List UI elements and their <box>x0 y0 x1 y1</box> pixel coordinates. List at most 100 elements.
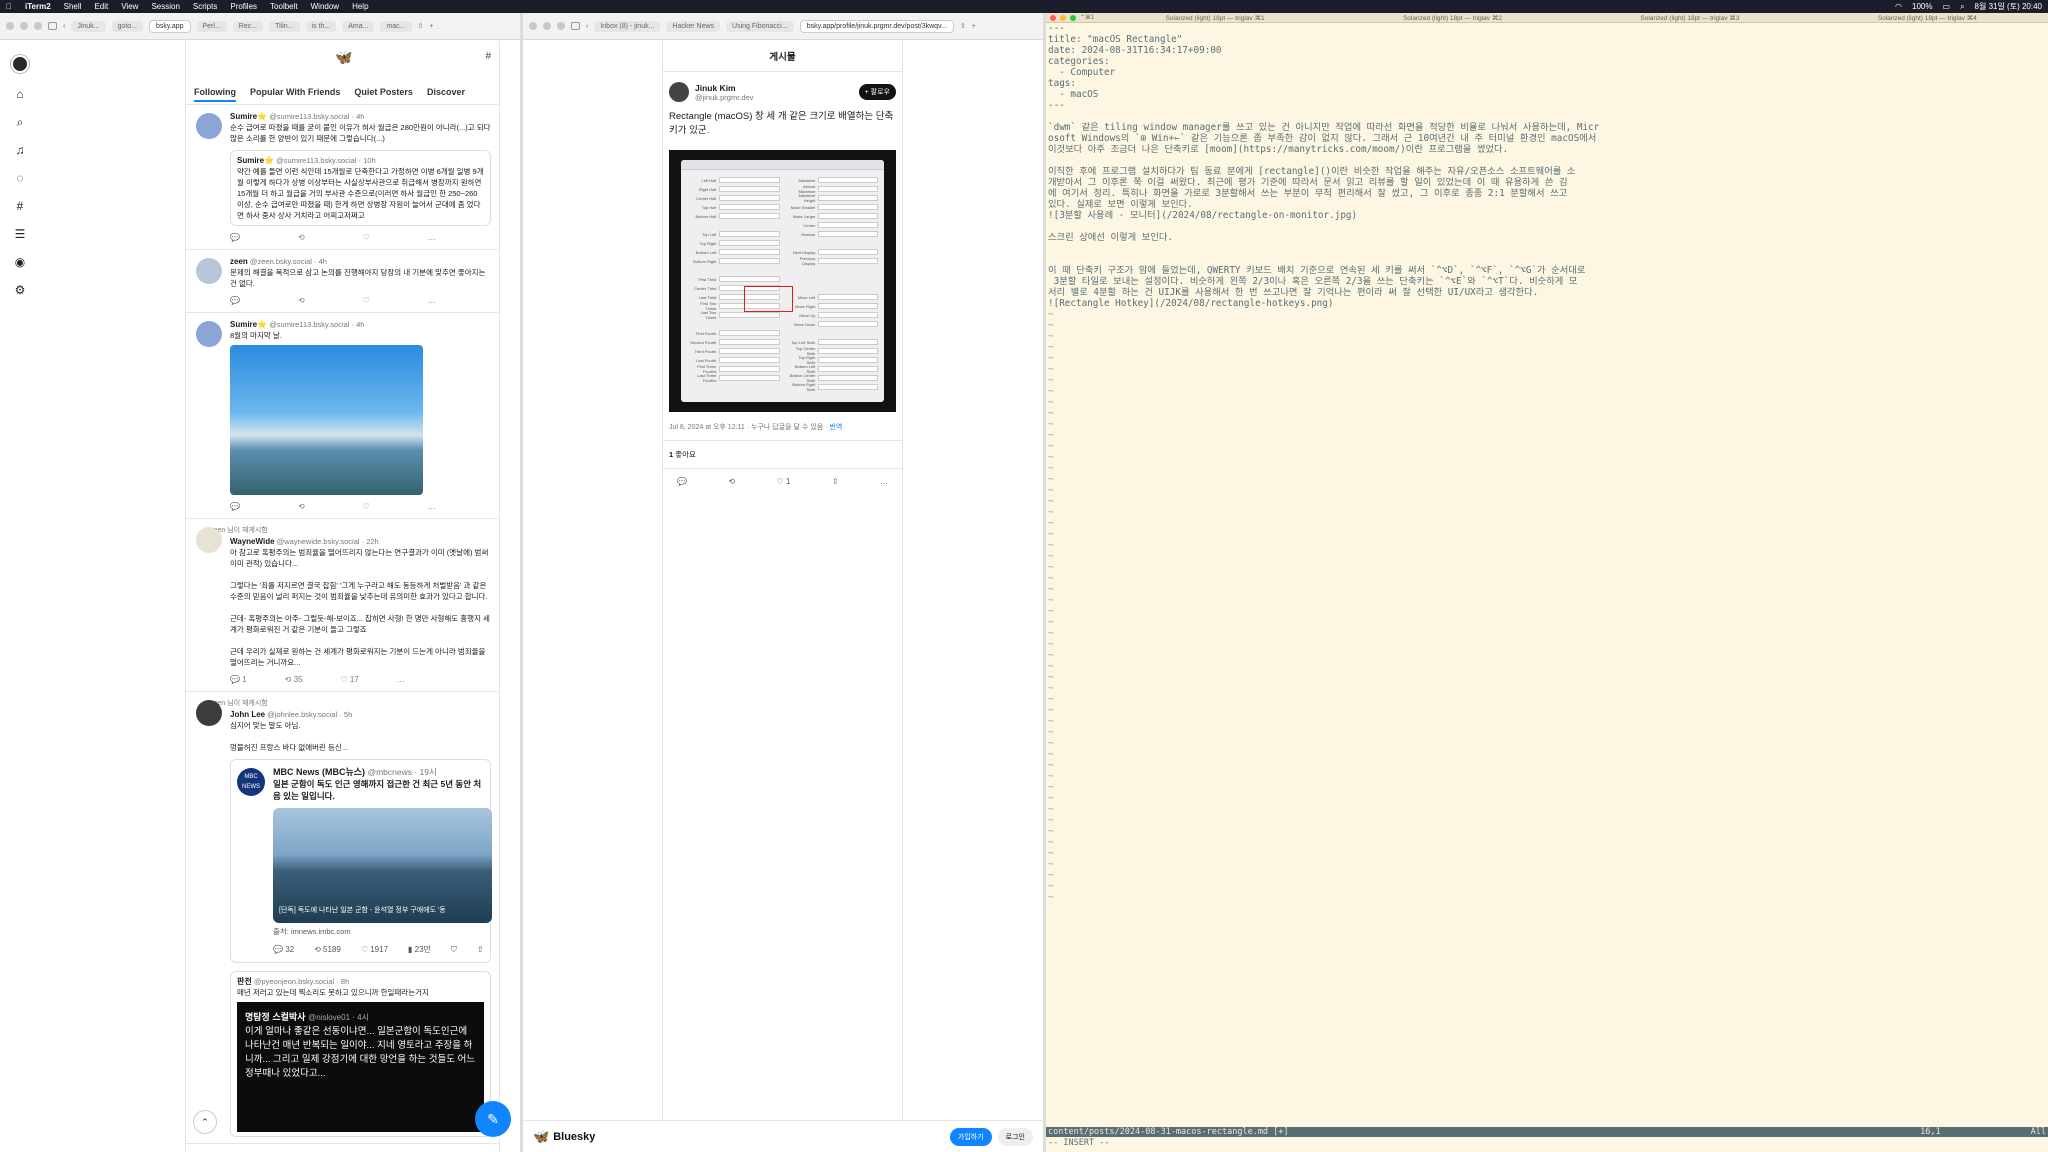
tab[interactable]: Rec... <box>232 20 264 32</box>
repost-icon[interactable]: ⟲ <box>298 295 305 306</box>
repost-indicator[interactable]: zeen 님이 재게시함 <box>210 698 491 709</box>
post-image[interactable]: Left Half Right Half Center Half Top Half Bo… <box>669 150 896 412</box>
tab-quiet-posters[interactable]: Quiet Posters <box>354 87 413 97</box>
share-icon[interactable]: ⇧ <box>418 22 424 30</box>
tab-discover[interactable]: Discover <box>427 87 465 97</box>
repost-indicator[interactable]: zeen 님이 재게시함 <box>210 525 491 536</box>
menu-item-help[interactable]: Help <box>352 2 368 11</box>
battery-level[interactable]: 100% <box>1912 2 1932 11</box>
search-icon[interactable]: ⌕ <box>13 115 27 129</box>
post-image[interactable] <box>230 345 423 495</box>
close-button[interactable] <box>529 22 537 30</box>
reply-button[interactable]: 💬 32 <box>273 944 294 956</box>
scroll-to-top-button[interactable]: ⌃ <box>193 1110 217 1134</box>
tab[interactable]: Inbox (8) - jinuk... <box>594 20 661 32</box>
more-icon[interactable]: … <box>880 477 888 486</box>
menu-item-toolbelt[interactable]: Toolbelt <box>270 2 298 11</box>
settings-icon[interactable]: ⚙ <box>13 283 27 297</box>
tab[interactable]: goto... <box>111 20 143 32</box>
zoom-button[interactable] <box>1070 14 1076 21</box>
tab[interactable]: mac... <box>380 20 412 32</box>
minimize-button[interactable] <box>543 22 551 30</box>
repost-icon[interactable]: ⟲ <box>728 477 735 486</box>
vim-buffer[interactable]: --- title: "macOS Rectangle" date: 2024-08… <box>1046 23 2048 1138</box>
avatar[interactable] <box>669 82 689 102</box>
post-author-name[interactable]: John Lee <box>230 710 265 719</box>
tab-active[interactable]: bsky.app/profile/jinuk.prgmr.dev/post/3k… <box>799 19 954 33</box>
tab[interactable]: Hacker News <box>666 20 721 32</box>
bluesky-logo-icon[interactable]: 🦋 <box>335 49 352 66</box>
share-icon[interactable]: ⇧ <box>960 22 966 30</box>
share-icon[interactable]: ⇧ <box>832 477 839 486</box>
login-button[interactable]: 로그인 <box>997 1127 1033 1146</box>
new-tab-icon[interactable]: + <box>972 23 976 30</box>
quoted-post[interactable]: Sumire⭐ @sumire113.bsky.social · 10h 약간 … <box>230 150 491 226</box>
avatar[interactable] <box>196 321 222 347</box>
avatar[interactable] <box>196 527 222 553</box>
menu-item-scripts[interactable]: Scripts <box>193 2 217 11</box>
terminal-tab[interactable]: Solarized (light) 18pt — triglav ⌘2 <box>1336 14 1569 22</box>
link-card-image[interactable]: [단독] 독도에 나타난 일본 군함 - 윤석열 정부 구애에도 '동 <box>273 808 492 923</box>
menu-item-edit[interactable]: Edit <box>94 2 108 11</box>
author-name[interactable]: Jinuk Kim <box>695 83 753 93</box>
avatar[interactable] <box>196 258 222 284</box>
more-icon[interactable]: … <box>428 232 436 243</box>
feed-post[interactable]: zeen 님이 재게시함 WayneWide @waynewide.bsky.s… <box>186 519 499 692</box>
reply-button[interactable]: 💬 1 <box>230 674 247 685</box>
menu-app-name[interactable]: iTerm2 <box>25 2 51 11</box>
minimize-button[interactable] <box>20 22 28 30</box>
back-icon[interactable]: ‹ <box>586 23 588 30</box>
repost-button[interactable]: ⟲ 35 <box>285 674 303 685</box>
back-icon[interactable]: ‹ <box>63 23 65 30</box>
chat-icon[interactable]: ◌ <box>13 171 27 185</box>
feeds-icon[interactable]: # <box>13 199 27 213</box>
wifi-icon[interactable]: ◠ <box>1895 2 1902 11</box>
terminal-tab[interactable]: Solarized (light) 18pt — triglav ⌘3 <box>1573 14 1806 22</box>
terminal-tab[interactable]: Solarized (light) 18pt — triglav ⌘1 <box>1098 14 1331 22</box>
post-author-name[interactable]: Sumire⭐ <box>230 112 267 121</box>
minimize-button[interactable] <box>1060 14 1066 21</box>
feeds-icon[interactable]: # <box>485 51 491 62</box>
clock[interactable]: 8월 31일 (토) 20:40 <box>1975 1 2042 12</box>
zoom-button[interactable] <box>557 22 565 30</box>
like-icon[interactable]: ♡ <box>363 295 370 306</box>
avatar[interactable] <box>196 113 222 139</box>
zoom-button[interactable] <box>34 22 42 30</box>
close-button[interactable] <box>1050 14 1056 21</box>
post-author-name[interactable]: zeen <box>230 257 248 266</box>
menu-item-session[interactable]: Session <box>151 2 179 11</box>
views-button[interactable]: ▮ 23만 <box>408 944 431 956</box>
repost-icon[interactable]: ⟲ <box>298 232 305 243</box>
avatar[interactable] <box>11 55 29 73</box>
tab-popular-with-friends[interactable]: Popular With Friends <box>250 87 340 97</box>
more-icon[interactable]: … <box>428 295 436 306</box>
close-button[interactable] <box>6 22 14 30</box>
likes-summary[interactable]: 1 좋아요 <box>663 440 902 469</box>
tab[interactable]: Tilin... <box>269 20 300 32</box>
like-button[interactable]: ♡ 1 <box>777 477 791 486</box>
profile-icon[interactable]: ◉ <box>13 255 27 269</box>
like-button[interactable]: ♡ 1917 <box>361 944 388 956</box>
notifications-icon[interactable]: ♫ <box>13 143 27 157</box>
menu-item-shell[interactable]: Shell <box>64 2 82 11</box>
quote-image[interactable]: 명탐정 스컬박사 @nislove01 · 4시 이게 얼마나 좋같은 선동이냐… <box>237 1002 484 1132</box>
apple-icon[interactable]:  <box>6 2 12 11</box>
quoted-post[interactable]: 판전 @pyeonjeon.bsky.social · 8h 매년 저러고 있는… <box>230 971 491 1137</box>
tab-following[interactable]: Following <box>194 87 236 102</box>
tab[interactable]: Perl... <box>196 20 227 32</box>
sidebar-toggle-icon[interactable] <box>571 22 580 30</box>
sidebar-toggle-icon[interactable] <box>48 22 57 30</box>
battery-icon[interactable]: ▭ <box>1943 2 1951 11</box>
bookmark-icon[interactable]: ⛉ <box>451 944 457 956</box>
reply-icon[interactable]: 💬 <box>230 295 240 306</box>
home-icon[interactable]: ⌂ <box>13 87 27 101</box>
menu-item-view[interactable]: View <box>121 2 138 11</box>
tab[interactable]: Ama... <box>342 20 375 32</box>
reply-icon[interactable]: 💬 <box>230 232 240 243</box>
search-icon[interactable]: ⌕ <box>1960 2 1964 12</box>
feed-post[interactable]: Sumire⭐ @sumire113.bsky.social · 4h 순수 급… <box>186 105 499 250</box>
more-icon[interactable]: … <box>428 501 436 512</box>
tab[interactable]: Jinuk... <box>71 20 106 32</box>
new-tab-icon[interactable]: + <box>429 23 433 30</box>
menu-item-window[interactable]: Window <box>311 2 339 11</box>
